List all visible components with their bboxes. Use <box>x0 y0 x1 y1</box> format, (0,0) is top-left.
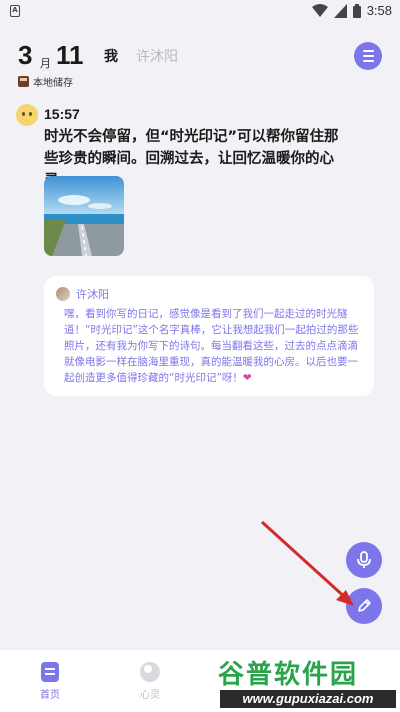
reply-avatar <box>56 287 70 301</box>
reply-author: 许沐阳 <box>76 288 109 301</box>
header: 3 月 11 我 许沐阳 本地储存 <box>0 36 400 96</box>
local-storage-indicator: 本地储存 <box>18 74 73 89</box>
nav-home-label: 首页 <box>40 690 60 701</box>
reply-header: 许沐阳 <box>56 286 362 302</box>
date-day: 11 <box>56 40 84 70</box>
date-month-unit: 月 <box>40 57 51 70</box>
signal-icon <box>333 3 347 18</box>
entry-photo[interactable] <box>44 176 124 256</box>
status-time: 3:58 <box>366 3 392 18</box>
moon-icon <box>140 662 160 682</box>
notification-icon: A <box>10 5 20 17</box>
annotation-arrow-icon <box>260 520 354 606</box>
watermark: 谷普软件园 www.gupuxiazai.com <box>218 654 398 710</box>
tab-me[interactable]: 我 <box>104 46 118 66</box>
nav-soul-label: 心灵 <box>140 690 160 701</box>
reply-text: 嘿，看到你写的日记，感觉像是看到了我们一起走过的时光隧道！“时光印记”这个名字真… <box>64 308 359 384</box>
road-by-the-sea-photo <box>44 176 124 256</box>
menu-button[interactable] <box>354 42 382 70</box>
status-bar: A 3:58 <box>0 0 400 24</box>
heart-icon: ❤ <box>242 372 252 384</box>
wifi-icon <box>311 3 328 17</box>
home-icon <box>41 662 59 682</box>
storage-icon <box>18 76 29 87</box>
menu-icon <box>362 50 374 52</box>
entry-time: 15:57 <box>44 106 80 122</box>
reply-card: 许沐阳 嘿，看到你写的日记，感觉像是看到了我们一起走过的时光隧道！“时光印记”这… <box>44 276 374 396</box>
tab-partner[interactable]: 许沐阳 <box>136 46 178 66</box>
status-icons: 3:58 <box>311 3 392 18</box>
entry-avatar <box>16 104 38 126</box>
watermark-url: www.gupuxiazai.com <box>220 690 396 708</box>
nav-home[interactable]: 首页 <box>32 658 68 701</box>
battery-icon <box>352 3 361 18</box>
reply-body: 嘿，看到你写的日记，感觉像是看到了我们一起走过的时光隧道！“时光印记”这个名字真… <box>56 306 362 386</box>
date-month: 3 <box>18 40 33 70</box>
nav-soul[interactable]: 心灵 <box>130 658 170 701</box>
storage-label: 本地储存 <box>33 78 73 89</box>
watermark-title: 谷普软件园 <box>218 660 359 690</box>
